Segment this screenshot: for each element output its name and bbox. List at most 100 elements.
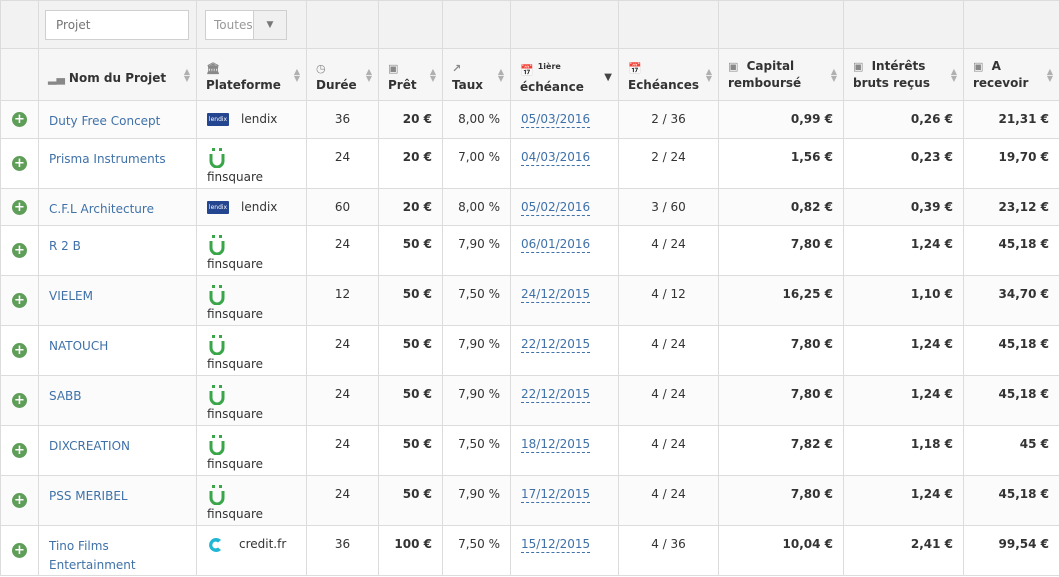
project-name-link[interactable]: PSS MERIBEL [49, 489, 128, 503]
header-interest[interactable]: ▣ Intérêts bruts reçus ▲ ▼ [843, 48, 964, 101]
interest-cell: 1,24 € [843, 225, 964, 276]
sort-icon[interactable]: ▲ ▼ [430, 67, 436, 82]
due-count-cell: 4 / 24 [618, 225, 719, 276]
platform-cell: finsquare [196, 425, 307, 476]
sort-icon[interactable]: ▲ ▼ [951, 67, 957, 82]
loan-cell: 100 € [378, 525, 443, 576]
first-due-link[interactable]: 24/12/2015 [521, 287, 591, 303]
receivable-cell: 45 € [963, 425, 1059, 476]
project-name-link[interactable]: DIXCREATION [49, 439, 130, 453]
platform-cell: finsquare [196, 275, 307, 326]
plus-circle-icon[interactable]: + [12, 293, 27, 308]
calendar-icon: 📅 [520, 63, 534, 77]
plus-circle-icon[interactable]: + [12, 393, 27, 408]
loan-cell: 20 € [378, 100, 443, 139]
line-chart-icon: ↗ [452, 61, 462, 75]
project-name-link[interactable]: Prisma Instruments [49, 152, 166, 166]
plus-circle-icon[interactable]: + [12, 493, 27, 508]
sort-icon[interactable]: ▲ ▼ [498, 67, 504, 82]
project-name-link[interactable]: VIELEM [49, 289, 93, 303]
loan-cell: 20 € [378, 188, 443, 226]
first-due-link[interactable]: 22/12/2015 [521, 337, 591, 353]
table-body: + Duty Free Concept lendix lendix 36 20 €… [0, 100, 1059, 576]
first-due-link[interactable]: 04/03/2016 [521, 150, 591, 166]
sort-icon[interactable]: ▲ ▼ [706, 67, 712, 82]
capital-cell: 1,56 € [718, 138, 844, 189]
table-row: + DIXCREATION finsquare 24 50 € 7,50 % 1… [0, 425, 1059, 476]
first-due-link[interactable]: 18/12/2015 [521, 437, 591, 453]
first-due-link[interactable]: 22/12/2015 [521, 387, 591, 403]
interest-cell: 0,26 € [843, 100, 964, 139]
header-rate[interactable]: ↗ Taux ▲ ▼ [442, 48, 511, 101]
project-name-link[interactable]: Tino Films Entertainment [49, 539, 136, 572]
receivable-cell: 21,31 € [963, 100, 1059, 139]
first-due-cell: 04/03/2016 [510, 138, 619, 189]
plus-circle-icon[interactable]: + [12, 443, 27, 458]
platform-label: lendix [241, 200, 278, 214]
first-due-link[interactable]: 05/02/2016 [521, 200, 591, 216]
chevron-down-icon[interactable]: ▼ [253, 10, 286, 39]
platform-label: finsquare [207, 457, 264, 471]
header-loan-label: Prêt [388, 77, 417, 92]
first-due-link[interactable]: 05/03/2016 [521, 112, 591, 128]
sort-icon[interactable]: ▲ ▼ [184, 67, 190, 82]
platform-cell: finsquare [196, 475, 307, 526]
money-icon: ▣ [853, 59, 864, 73]
sort-icon[interactable]: ▲ ▼ [294, 67, 300, 82]
platform: lendix lendix [207, 110, 306, 129]
rate-cell: 7,00 % [442, 138, 511, 189]
header-name[interactable]: ▂▄ Nom du Projet ▲ ▼ [38, 48, 197, 101]
table-row: + Duty Free Concept lendix lendix 36 20 €… [0, 100, 1059, 139]
project-filter-input[interactable] [45, 9, 189, 40]
interest-cell: 1,24 € [843, 375, 964, 426]
money-icon: ▣ [728, 59, 739, 73]
plus-circle-icon[interactable]: + [12, 199, 27, 215]
interest-cell: 0,39 € [843, 188, 964, 226]
rate-cell: 7,50 % [442, 425, 511, 476]
header-first-due[interactable]: 📅 1ière échéance ▼ [510, 48, 619, 101]
loan-cell: 50 € [378, 225, 443, 276]
project-name-link[interactable]: NATOUCH [49, 339, 108, 353]
header-loan[interactable]: ▣ Prêt ▲ ▼ [378, 48, 443, 101]
rate-cell: 7,50 % [442, 275, 511, 326]
platform-label: finsquare [207, 407, 264, 421]
project-name-link[interactable]: C.F.L Architecture [49, 202, 154, 216]
first-due-link[interactable]: 06/01/2016 [521, 237, 591, 253]
loans-table: Toutes ▼ ▂▄ Nom du Projet ▲▼ [0, 0, 1059, 576]
header-duration[interactable]: ◷ Durée ▲ ▼ [306, 48, 379, 101]
platform-filter-select[interactable]: Toutes ▼ [205, 9, 287, 40]
add-cell: + [0, 375, 39, 426]
duration-cell: 36 [306, 525, 379, 576]
finsquare-logo-icon [209, 235, 225, 255]
project-name-cell: NATOUCH [38, 325, 197, 376]
project-name-link[interactable]: SABB [49, 389, 82, 403]
header-platform[interactable]: 🏛 Plateforme ▲ ▼ [196, 48, 307, 101]
project-name-cell: SABB [38, 375, 197, 426]
project-name-link[interactable]: R 2 B [49, 239, 81, 253]
sort-icon[interactable]: ▲ ▼ [1047, 67, 1053, 82]
sort-icon[interactable]: ▲ ▼ [366, 67, 372, 82]
bar-chart-icon: ▂▄ [48, 72, 65, 85]
header-capital[interactable]: ▣ Capital remboursé ▲ ▼ [718, 48, 844, 101]
plus-circle-icon[interactable]: + [12, 343, 27, 358]
platform-label: finsquare [207, 507, 264, 521]
sort-desc-icon[interactable]: ▼ [604, 69, 612, 86]
project-name-link[interactable]: Duty Free Concept [49, 114, 160, 128]
plus-circle-icon[interactable]: + [12, 112, 27, 127]
plus-circle-icon[interactable]: + [12, 543, 27, 558]
header-receivable[interactable]: ▣ A recevoir ▲ ▼ [963, 48, 1059, 101]
sort-icon[interactable]: ▲ ▼ [831, 67, 837, 82]
plus-circle-icon[interactable]: + [12, 243, 27, 258]
header-first-due-sup: 1ière [537, 61, 561, 71]
add-cell: + [0, 275, 39, 326]
plus-circle-icon[interactable]: + [12, 156, 27, 171]
capital-cell: 0,99 € [718, 100, 844, 139]
first-due-link[interactable]: 15/12/2015 [521, 537, 591, 553]
first-due-link[interactable]: 17/12/2015 [521, 487, 591, 503]
first-due-cell: 05/02/2016 [510, 188, 619, 226]
platform-cell: finsquare [196, 225, 307, 276]
platform: finsquare [207, 485, 306, 524]
filter-cell [510, 0, 619, 49]
add-cell: + [0, 188, 39, 226]
header-due-count[interactable]: 📅 Echéances ▲ ▼ [618, 48, 719, 101]
